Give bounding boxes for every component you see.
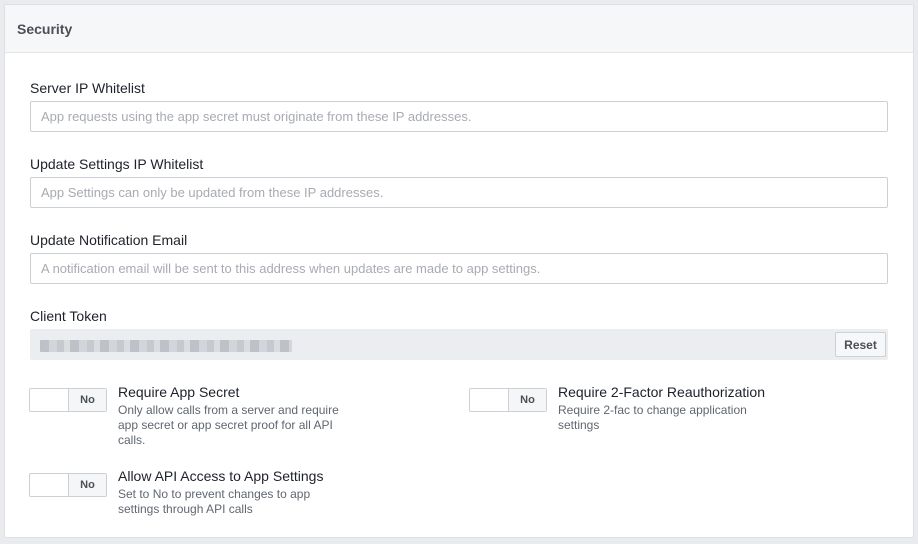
- notification-email-label: Update Notification Email: [30, 232, 188, 248]
- server-ip-whitelist-label: Server IP Whitelist: [30, 80, 145, 96]
- require-app-secret-toggle[interactable]: No: [29, 388, 107, 412]
- reset-token-button[interactable]: Reset: [835, 332, 886, 357]
- client-token-field: Reset: [30, 329, 888, 360]
- toggle-state-label: No: [68, 474, 106, 496]
- section-header: Security: [5, 5, 913, 53]
- require-app-secret-title: Require App Secret: [118, 384, 240, 400]
- settings-ip-whitelist-input[interactable]: [30, 177, 888, 208]
- require-2fa-toggle[interactable]: No: [469, 388, 547, 412]
- settings-ip-whitelist-label: Update Settings IP Whitelist: [30, 156, 204, 172]
- allow-api-access-toggle[interactable]: No: [29, 473, 107, 497]
- section-title: Security: [17, 20, 73, 37]
- client-token-redacted-value: [40, 340, 292, 352]
- require-app-secret-description: Only allow calls from a server and requi…: [118, 403, 339, 447]
- allow-api-access-description: Set to No to prevent changes to app sett…: [118, 487, 311, 516]
- notification-email-input[interactable]: [30, 253, 888, 284]
- security-panel: Security Server IP Whitelist Update Sett…: [4, 4, 914, 538]
- require-2fa-title: Require 2-Factor Reauthorization: [558, 384, 765, 400]
- allow-api-access-title: Allow API Access to App Settings: [118, 468, 324, 484]
- client-token-label: Client Token: [30, 308, 107, 324]
- require-2fa-description: Require 2-fac to change application sett…: [558, 403, 747, 432]
- toggle-state-label: No: [68, 389, 106, 411]
- server-ip-whitelist-input[interactable]: [30, 101, 888, 132]
- toggle-state-label: No: [508, 389, 546, 411]
